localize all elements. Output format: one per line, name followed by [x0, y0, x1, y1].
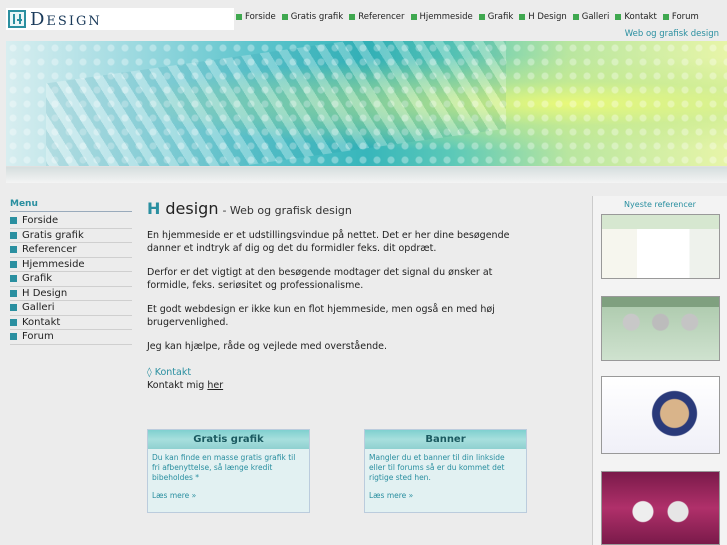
box-title[interactable]: Banner [365, 430, 526, 449]
intro-paragraph-1: En hjemmeside er et udstillingsvindue på… [147, 230, 510, 254]
topnav-item-gratis-grafik[interactable]: Gratis grafik [281, 12, 344, 22]
contact-line: Kontakt mig her [147, 380, 532, 391]
topnav-item-grafik[interactable]: Grafik [478, 12, 514, 22]
intro-paragraph-4: Jeg kan hjælpe, råde og vejlede med over… [147, 341, 387, 352]
header-banner [6, 41, 727, 167]
topnav-item-kontakt[interactable]: Kontakt [615, 12, 657, 22]
menu-square-icon [10, 318, 17, 326]
reference-image [602, 377, 719, 453]
nav-square-icon [281, 14, 288, 20]
menu-square-icon [10, 246, 17, 254]
title-design: design [165, 199, 219, 218]
tagline: Web og grafisk design [624, 29, 719, 39]
menu-square-icon [10, 275, 17, 283]
reference-thumbnail[interactable] [601, 376, 720, 454]
site-logo[interactable]: Design [6, 8, 234, 30]
topnav-label: Forside [245, 12, 276, 22]
top-bar: Design Forside Gratis grafik Referencer … [0, 0, 727, 40]
nav-square-icon [615, 14, 622, 20]
topnav-item-h-design[interactable]: H Design [519, 12, 567, 22]
menu-square-icon [10, 289, 17, 297]
references-column: Nyeste referencer [592, 196, 727, 545]
nav-square-icon [572, 14, 579, 20]
contact-here-link[interactable]: her [207, 380, 223, 391]
topnav-label: Forum [671, 12, 699, 22]
nav-square-icon [410, 14, 417, 20]
menu-square-icon [10, 304, 17, 312]
topnav-item-forum[interactable]: Forum [662, 12, 699, 22]
top-navigation: Forside Gratis grafik Referencer Hjemmes… [236, 12, 705, 22]
title-subtitle: - Web og grafisk design [222, 204, 352, 217]
read-more-link[interactable]: Læs mere » [365, 491, 526, 500]
menu-title: Menu [10, 199, 132, 212]
menu-square-icon [10, 333, 17, 341]
topnav-label: Gratis grafik [290, 12, 344, 22]
topnav-item-hjemmeside[interactable]: Hjemmeside [410, 12, 473, 22]
sidebar-item-label: Forside [22, 215, 59, 227]
sidebar-item-label: Referencer [22, 244, 77, 256]
topnav-label: Grafik [487, 12, 514, 22]
sidebar-item-forside[interactable]: Forside [10, 214, 132, 229]
contact-link[interactable]: ◊ Kontakt [147, 367, 532, 378]
sidebar-item-label: H Design [22, 287, 68, 299]
topnav-item-referencer[interactable]: Referencer [349, 12, 405, 22]
sidebar-item-forum[interactable]: Forum [10, 330, 132, 345]
nav-square-icon [662, 14, 669, 20]
sidebar-item-kontakt[interactable]: Kontakt [10, 316, 132, 330]
sidebar-item-hjemmeside[interactable]: Hjemmeside [10, 258, 132, 272]
intro-paragraph-2: Derfor er det vigtigt at den besøgende m… [147, 267, 493, 291]
reference-thumbnail[interactable] [601, 296, 720, 361]
logo-text: Design [30, 8, 102, 30]
topnav-item-galleri[interactable]: Galleri [572, 12, 610, 22]
sidebar-item-grafik[interactable]: Grafik [10, 272, 132, 287]
menu-square-icon [10, 217, 17, 225]
reference-thumbnail[interactable] [601, 471, 720, 545]
logo-h-icon [8, 10, 26, 28]
sidebar-item-referencer[interactable]: Referencer [10, 243, 132, 258]
reference-thumbnail[interactable] [601, 214, 720, 279]
intro-paragraph-3: Et godt webdesign er ikke kun en flot hj… [147, 304, 495, 328]
reference-image [602, 215, 719, 278]
side-menu: Menu Forside Gratis grafik Referencer Hj… [10, 199, 132, 345]
contact-text: Kontakt mig [147, 380, 205, 391]
main-content: H design - Web og grafisk design En hjem… [147, 199, 532, 391]
page-title: H design - Web og grafisk design [147, 199, 532, 218]
sidebar-item-h-design[interactable]: H Design [10, 287, 132, 301]
references-title: Nyeste referencer [624, 200, 696, 209]
nav-square-icon [519, 14, 526, 20]
box-title[interactable]: Gratis grafik [148, 430, 309, 449]
nav-square-icon [349, 14, 356, 20]
banner-shadow [6, 167, 727, 183]
topnav-item-forside[interactable]: Forside [236, 12, 276, 22]
nav-square-icon [478, 14, 485, 20]
gratis-grafik-box: Gratis grafik Du kan finde en masse grat… [147, 429, 310, 513]
reference-image [602, 297, 719, 360]
sidebar-item-label: Galleri [22, 302, 55, 314]
box-body: Du kan finde en masse gratis grafik til … [152, 453, 296, 482]
topnav-label: Referencer [358, 12, 405, 22]
banner-box: Banner Mangler du et banner til din link… [364, 429, 527, 513]
nav-square-icon [236, 14, 242, 20]
menu-square-icon [10, 260, 17, 268]
sidebar-item-label: Grafik [22, 273, 53, 285]
topnav-label: Galleri [581, 12, 610, 22]
menu-square-icon [10, 231, 17, 239]
topnav-label: H Design [528, 12, 567, 22]
topnav-label: Hjemmeside [419, 12, 473, 22]
title-h: H [147, 199, 161, 218]
sidebar-item-label: Kontakt [22, 316, 61, 328]
reference-image [602, 472, 719, 544]
topnav-label: Kontakt [624, 12, 657, 22]
sidebar-item-label: Hjemmeside [22, 258, 85, 270]
sidebar-item-label: Forum [22, 331, 54, 343]
sidebar-item-label: Gratis grafik [22, 229, 84, 241]
box-body: Mangler du et banner til din linkside el… [369, 453, 505, 482]
sidebar-item-galleri[interactable]: Galleri [10, 301, 132, 316]
read-more-link[interactable]: Læs mere » [148, 491, 309, 500]
sidebar-item-gratis-grafik[interactable]: Gratis grafik [10, 229, 132, 243]
